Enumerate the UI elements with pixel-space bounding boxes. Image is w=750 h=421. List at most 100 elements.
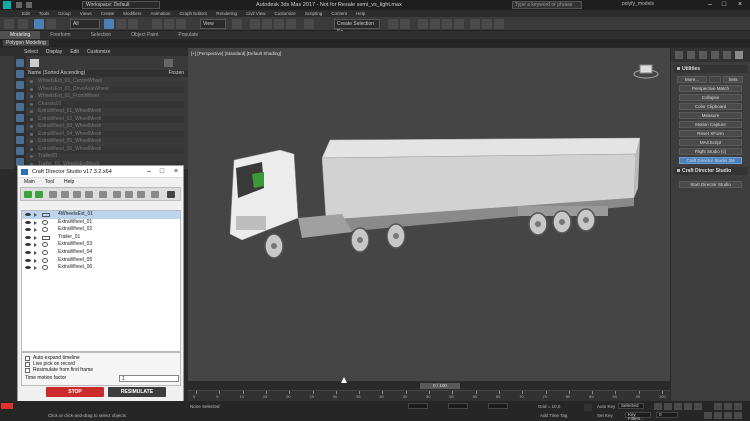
zoom-all-icon[interactable]: [724, 403, 732, 410]
resimulate-button[interactable]: RESIMULATE: [108, 387, 166, 397]
utility-button[interactable]: Color Clipboard: [679, 103, 742, 110]
tab-populate[interactable]: Populate: [168, 31, 208, 39]
configure-sets-icon[interactable]: [709, 76, 721, 83]
motion-factor-input[interactable]: 1: [119, 375, 179, 382]
next-frame-icon[interactable]: [684, 403, 692, 410]
tab-modeling[interactable]: Modeling: [0, 31, 41, 39]
visibility-icon[interactable]: [30, 155, 33, 158]
key-filters-button[interactable]: Key Filters...: [625, 412, 651, 421]
display-tab-icon[interactable]: [723, 51, 731, 59]
scene-list-item[interactable]: ExtraWheel_01_WheelMesh: [26, 108, 184, 115]
time-slider[interactable]: 0 / 100: [188, 382, 670, 390]
rotate-icon[interactable]: [164, 19, 174, 29]
truck-icon[interactable]: [49, 191, 57, 198]
visibility-icon[interactable]: [30, 110, 33, 113]
find-icon[interactable]: [164, 59, 173, 67]
scale-icon[interactable]: [176, 19, 186, 29]
menu-scripting[interactable]: Scripting: [305, 10, 323, 17]
go-to-end-icon[interactable]: [694, 403, 702, 410]
zoom-icon[interactable]: [714, 403, 722, 410]
shape-filter-icon[interactable]: [16, 70, 24, 78]
cds-list-row[interactable]: ExtraWheel_02: [22, 226, 180, 234]
rendered-frame-icon[interactable]: [482, 19, 492, 29]
utility-button[interactable]: Motion Capture: [679, 121, 742, 128]
expand-arrow-icon[interactable]: [34, 213, 37, 217]
cds-minimize-button[interactable]: –: [144, 166, 154, 178]
angle-snap-icon[interactable]: [262, 19, 272, 29]
percent-snap-icon[interactable]: [274, 19, 284, 29]
hierarchy-tab-icon[interactable]: [699, 51, 707, 59]
cds-list-row[interactable]: ExtraWheel_06: [22, 264, 180, 272]
material-editor-icon[interactable]: [454, 19, 464, 29]
align-icon[interactable]: [400, 19, 410, 29]
filter-icon[interactable]: [30, 59, 39, 67]
bone-filter-icon[interactable]: [16, 147, 24, 155]
settings-icon[interactable]: [151, 191, 159, 198]
scene-list-item[interactable]: ExtraWheel_02_WheelMesh: [26, 115, 184, 123]
cds-list-row[interactable]: 4WheelsExt_01: [22, 211, 180, 219]
add-time-tag[interactable]: Add Time Tag: [540, 413, 567, 418]
mirror-icon[interactable]: [388, 19, 398, 29]
menu-help[interactable]: Help: [356, 10, 365, 17]
redo-button[interactable]: [18, 19, 28, 29]
scene-list-item[interactable]: WheelsExt_01_DriveAxleWheel: [26, 85, 184, 93]
scene-explorer-header[interactable]: Name (Sorted Ascending) Frozen: [26, 70, 188, 77]
cds-list-row[interactable]: ExtraWheel_04: [22, 249, 180, 257]
expand-arrow-icon[interactable]: [34, 220, 37, 225]
selection-filter-dropdown[interactable]: All: [70, 19, 100, 29]
time-config-icon[interactable]: [704, 412, 712, 419]
scene-list-item[interactable]: ExtraWheel_06_WheelMesh: [26, 145, 184, 153]
menu-customize[interactable]: Customize: [274, 10, 295, 17]
utility-button[interactable]: Flight Studio (c): [679, 148, 742, 155]
undo-icon[interactable]: [16, 2, 22, 8]
menu-views[interactable]: Views: [80, 10, 92, 17]
scene-list-item[interactable]: Chassis01: [26, 100, 184, 108]
time-slider-knob[interactable]: 0 / 100: [420, 383, 460, 389]
minimize-button[interactable]: –: [704, 0, 716, 10]
maximize-button[interactable]: □: [718, 0, 730, 10]
expand-arrow-icon[interactable]: [34, 250, 37, 255]
trailer-icon[interactable]: [73, 191, 81, 198]
truck-model[interactable]: [222, 128, 642, 268]
camera-icon[interactable]: [85, 191, 93, 198]
utilities-rollout[interactable]: Utilities: [674, 65, 747, 73]
move-icon[interactable]: [152, 19, 162, 29]
start-director-studio-button[interactable]: Start Director Studio: [679, 181, 742, 188]
select-link-icon[interactable]: [34, 19, 44, 29]
scene-list-item[interactable]: ExtraWheel_04_WheelMesh: [26, 130, 184, 138]
tab-object-paint[interactable]: Object Paint: [121, 31, 168, 39]
visibility-icon[interactable]: [30, 125, 33, 128]
auto-key-button[interactable]: Auto Key: [597, 404, 615, 409]
select-by-name-icon[interactable]: [116, 19, 126, 29]
menu-graph-editors[interactable]: Graph Editors: [180, 10, 208, 17]
reference-coordinate-dropdown[interactable]: View: [200, 19, 226, 29]
menu-civil-view[interactable]: Civil View: [246, 10, 265, 17]
menu-animation[interactable]: Animation: [151, 10, 171, 17]
snaps-toggle-icon[interactable]: [250, 19, 260, 29]
cds-close-button[interactable]: ×: [171, 166, 181, 178]
track-bar[interactable]: 0 5 10 15 20 25 30 35 40 45 50 55 60 65 70 75 80 85 90 95 10…: [188, 390, 670, 401]
add-craft-icon[interactable]: [24, 191, 32, 198]
current-frame-field[interactable]: 0: [656, 412, 678, 418]
wheel-icon[interactable]: [61, 191, 69, 198]
menu-select[interactable]: Select: [24, 48, 38, 56]
tab-selection[interactable]: Selection: [81, 31, 122, 39]
scene-list-item[interactable]: ExtraWheel_05_WheelMesh: [26, 138, 184, 145]
stop-button[interactable]: STOP: [46, 387, 104, 397]
eye-icon[interactable]: [25, 213, 31, 216]
schematic-view-icon[interactable]: [442, 19, 452, 29]
close-button[interactable]: ×: [734, 0, 746, 10]
redo-icon[interactable]: [26, 2, 32, 8]
eye-icon[interactable]: [25, 250, 31, 254]
lock-icon[interactable]: [584, 404, 592, 411]
menu-rendering[interactable]: Rendering: [216, 10, 237, 17]
eye-icon[interactable]: [25, 243, 31, 247]
scene-list-item[interactable]: Trailer01: [26, 153, 184, 160]
geometry-filter-icon[interactable]: [16, 59, 24, 67]
helper-filter-icon[interactable]: [16, 103, 24, 111]
add-controller-icon[interactable]: [35, 191, 43, 198]
select-object-icon[interactable]: [104, 19, 114, 29]
cds-menu-help[interactable]: Help: [64, 178, 74, 186]
scene-list-item[interactable]: ExtraWheel_03_WheelMesh: [26, 123, 184, 130]
camera-filter-icon[interactable]: [16, 92, 24, 100]
